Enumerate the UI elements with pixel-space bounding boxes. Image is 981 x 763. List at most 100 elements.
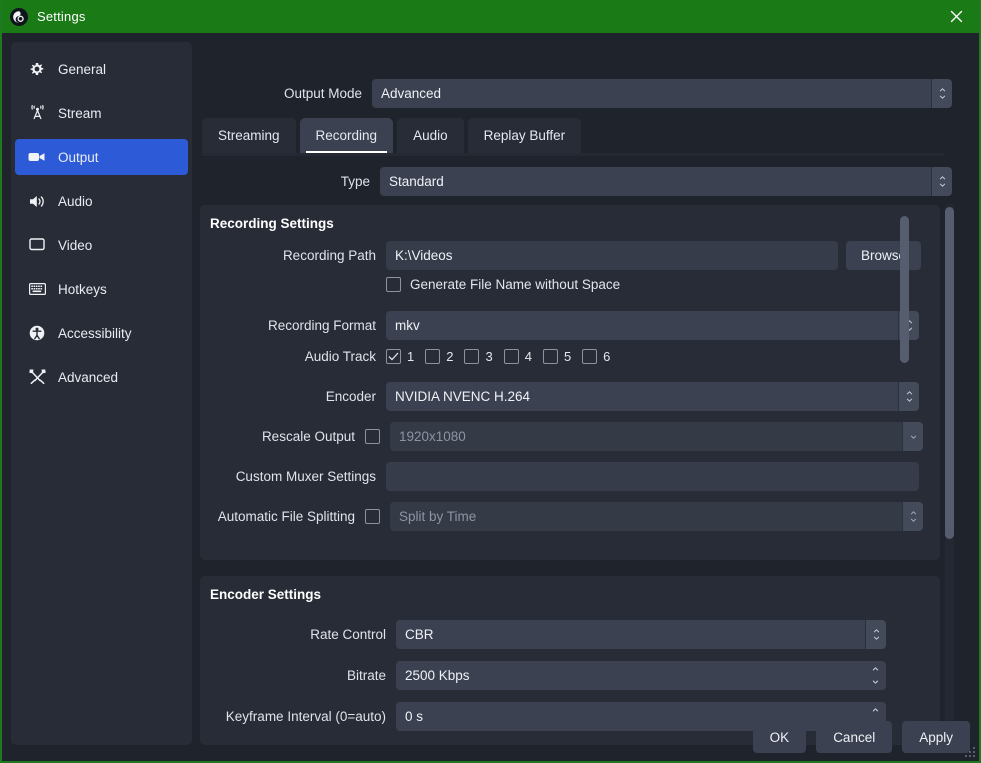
tab-separator [202,153,944,156]
bitrate-value[interactable]: 2500 Kbps [396,661,865,690]
title-bar: Settings [2,0,979,33]
auto-file-splitting-label: Automatic File Splitting [200,509,365,524]
tab-recording[interactable]: Recording [300,118,394,153]
sidebar-item-stream[interactable]: Stream [15,95,188,131]
output-mode-row: Output Mode Advanced [200,79,952,108]
recording-format-value: mkv [386,311,898,340]
output-tabs: Streaming Recording Audio Replay Buffer [202,118,944,153]
generate-no-space-checkbox[interactable] [386,277,401,292]
audio-track-3: 3 [464,349,492,364]
audio-track-3-number: 3 [485,349,492,364]
sidebar-item-general[interactable]: General [15,51,188,87]
scrollbar-thumb[interactable] [900,216,909,363]
audio-track-checkbox-group: 1 2 3 4 [386,349,621,364]
bitrate-stepper[interactable] [865,661,886,690]
close-icon[interactable] [933,0,979,33]
audio-track-5: 5 [543,349,571,364]
encoder-spinner[interactable] [898,382,919,411]
audio-track-2: 2 [425,349,453,364]
rate-control-combobox[interactable]: CBR [396,620,886,649]
audio-track-row: Audio Track 1 2 [200,349,930,364]
auto-file-splitting-checkbox[interactable] [365,509,380,524]
camcorder-icon [27,148,47,166]
broadcast-icon [27,104,47,122]
rescale-output-combobox[interactable]: 1920x1080 [390,422,923,451]
rescale-output-dropdown-arrow[interactable] [902,422,923,451]
rate-control-value: CBR [396,620,865,649]
accessibility-icon [27,324,47,342]
apply-button[interactable]: Apply [902,721,970,753]
recording-path-input[interactable]: K:\Videos [386,241,838,270]
audio-track-4-checkbox[interactable] [504,349,519,364]
bitrate-spinbox[interactable]: 2500 Kbps [396,661,886,690]
tab-replay-buffer[interactable]: Replay Buffer [468,118,582,153]
sidebar-item-video[interactable]: Video [15,227,188,263]
sidebar-item-advanced[interactable]: Advanced [15,359,188,395]
audio-track-2-checkbox[interactable] [425,349,440,364]
recording-settings-group: Recording Settings Recording Path K:\Vid… [200,205,940,560]
generate-no-space-label: Generate File Name without Space [410,277,620,292]
tab-label: Audio [413,128,448,143]
rate-control-label: Rate Control [200,627,396,642]
encoder-combobox[interactable]: NVIDIA NVENC H.264 [386,382,919,411]
sidebar-item-accessibility[interactable]: Accessibility [15,315,188,351]
rescale-output-label: Rescale Output [200,429,365,444]
output-mode-combobox[interactable]: Advanced [372,79,952,108]
settings-page-scrollbar[interactable] [945,203,954,747]
settings-sidebar: General Stream [11,42,192,745]
rate-control-row: Rate Control CBR [200,620,905,649]
sidebar-item-hotkeys[interactable]: Hotkeys [15,271,188,307]
resize-grip[interactable] [963,745,975,757]
sidebar-item-audio[interactable]: Audio [15,183,188,219]
output-mode-spinner[interactable] [931,79,952,108]
tab-label: Streaming [218,128,280,143]
audio-track-3-checkbox[interactable] [464,349,479,364]
recording-group-scrollbar[interactable] [900,216,909,363]
recording-path-label: Recording Path [200,248,386,263]
monitor-icon [27,236,47,254]
sidebar-item-label: Video [58,238,92,253]
tab-audio[interactable]: Audio [397,118,464,153]
dialog-body: General Stream [2,33,979,761]
settings-content: Output Mode Advanced Streaming Recording [200,33,979,761]
audio-track-5-number: 5 [564,349,571,364]
rate-control-spinner[interactable] [865,620,886,649]
sidebar-item-label: Audio [58,194,93,209]
type-spinner[interactable] [931,167,952,196]
auto-file-splitting-value: Split by Time [390,502,902,531]
sidebar-item-label: Output [58,150,99,165]
custom-muxer-input[interactable] [386,462,919,491]
sidebar-item-label: Accessibility [58,326,132,341]
audio-track-label: Audio Track [200,349,386,364]
type-label: Type [200,174,380,189]
cancel-button[interactable]: Cancel [816,721,892,753]
sidebar-item-output[interactable]: Output [15,139,188,175]
rescale-output-checkbox[interactable] [365,429,380,444]
recording-format-label: Recording Format [200,318,386,333]
auto-file-splitting-spinner[interactable] [902,502,923,531]
speaker-icon [27,192,47,210]
auto-file-splitting-row: Automatic File Splitting Split by Time [200,502,930,531]
scrollbar-thumb[interactable] [945,207,954,539]
tab-label: Recording [316,128,378,143]
generate-no-space-row: Generate File Name without Space [200,277,930,292]
audio-track-1: 1 [386,349,414,364]
type-combobox[interactable]: Standard [380,167,952,196]
tab-streaming[interactable]: Streaming [202,118,296,153]
recording-format-combobox[interactable]: mkv [386,311,919,340]
ok-button[interactable]: OK [753,721,807,753]
sidebar-item-label: Hotkeys [58,282,107,297]
audio-track-6: 6 [582,349,610,364]
browse-button[interactable]: Browse [846,241,921,270]
audio-track-6-checkbox[interactable] [582,349,597,364]
audio-track-5-checkbox[interactable] [543,349,558,364]
tools-icon [27,368,47,386]
dialog-button-bar: OK Cancel Apply [2,721,970,753]
audio-track-1-checkbox[interactable] [386,349,401,364]
auto-file-splitting-combobox[interactable]: Split by Time [390,502,923,531]
bitrate-row: Bitrate 2500 Kbps [200,661,905,690]
rescale-output-row: Rescale Output 1920x1080 [200,422,930,451]
custom-muxer-label: Custom Muxer Settings [200,469,386,484]
sidebar-item-label: General [58,62,106,77]
settings-window: Settings General [0,0,981,763]
